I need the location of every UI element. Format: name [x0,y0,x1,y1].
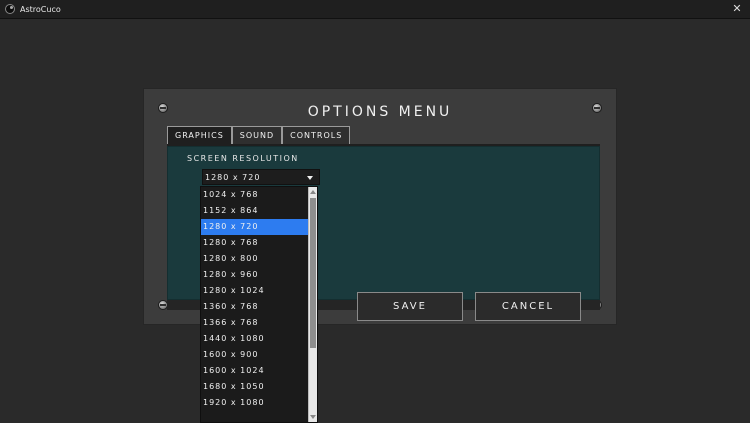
scroll-up-arrow-icon[interactable] [310,190,316,194]
resolution-dropdown-list[interactable]: 1024 x 768 1152 x 864 1280 x 720 1280 x 768… [200,186,318,423]
window-titlebar: AstroCuco ✕ [0,0,750,19]
chevron-down-icon [307,176,313,180]
scroll-down-arrow-icon[interactable] [310,415,316,419]
screen-resolution-label: Screen Resolution [187,154,299,163]
resolution-option[interactable]: 1600 x 900 [201,347,308,363]
cancel-button[interactable]: Cancel [475,292,581,321]
resolution-option[interactable]: 1152 x 864 [201,203,308,219]
resolution-option[interactable]: 1280 x 768 [201,235,308,251]
window-close-button[interactable]: ✕ [730,2,744,16]
resolution-option[interactable]: 1920 x 1080 [201,395,308,411]
resolution-option[interactable]: 1024 x 768 [201,187,308,203]
options-menu-title: Options Menu [307,104,453,120]
window-title: AstroCuco [20,4,61,14]
dropdown-scrollbar[interactable] [308,187,317,422]
resolution-option[interactable]: 1680 x 1050 [201,379,308,395]
resolution-option[interactable]: 1280 x 720 [201,219,308,235]
resolution-option[interactable]: 1280 x 1024 [201,283,308,299]
save-button[interactable]: Save [357,292,463,321]
resolution-option[interactable]: 1280 x 800 [201,251,308,267]
options-tabs: Graphics Sound Controls [167,126,351,145]
resolution-options: 1024 x 768 1152 x 864 1280 x 720 1280 x 768… [201,187,308,411]
scrollbar-thumb[interactable] [310,198,316,348]
resolution-option[interactable]: 1360 x 768 [201,299,308,315]
resolution-select-value: 1280 x 720 [205,173,261,182]
resolution-option[interactable]: 1366 x 768 [201,315,308,331]
resolution-select[interactable]: 1280 x 720 [202,169,320,185]
app-logo-icon [5,4,15,14]
resolution-option[interactable]: 1440 x 1080 [201,331,308,347]
tab-graphics[interactable]: Graphics [167,126,232,145]
resolution-option[interactable]: 1600 x 1024 [201,363,308,379]
resolution-option[interactable]: 1280 x 960 [201,267,308,283]
tab-controls[interactable]: Controls [282,126,351,145]
tab-sound[interactable]: Sound [231,126,283,145]
